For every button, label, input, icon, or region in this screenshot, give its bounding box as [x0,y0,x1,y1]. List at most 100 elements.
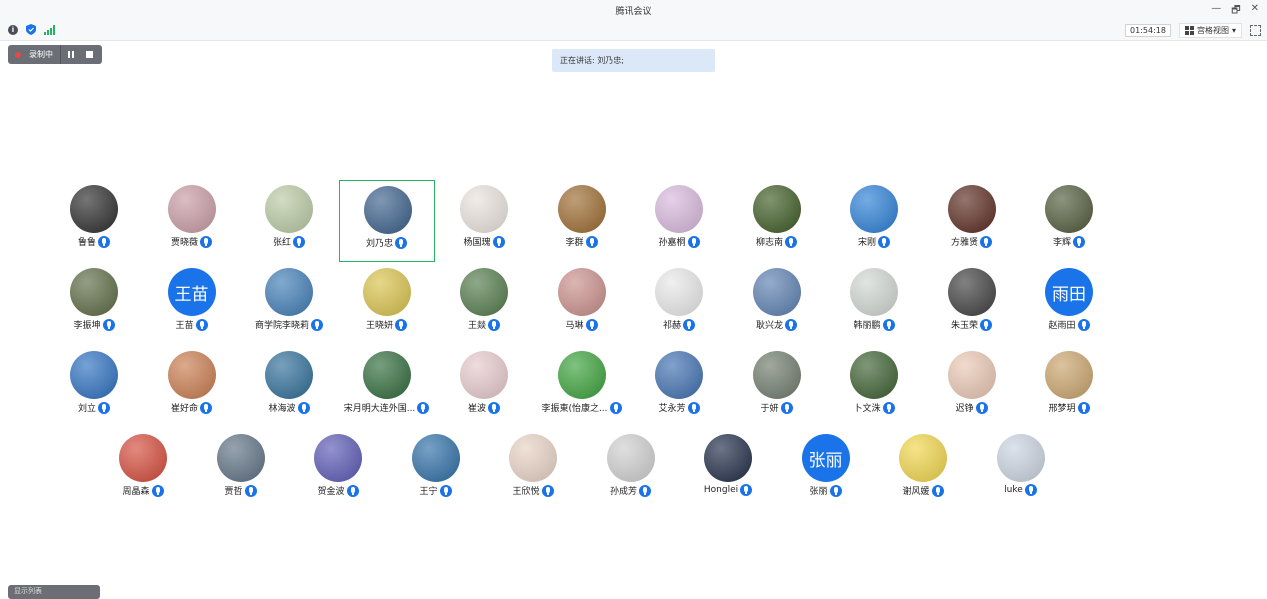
participant-name: 宋月明大连外国... [343,404,416,414]
participant-name-row: 艾永芳 [631,401,727,414]
participant-avatar [70,268,118,316]
participant-tile[interactable]: Honglei [680,429,776,511]
participant-tile[interactable]: 张红 [241,180,337,262]
participant-tile[interactable]: 杨国瑰 [436,180,532,262]
microphone-icon [882,401,895,414]
participant-tile[interactable]: 王宁 [388,429,484,511]
participant-name: 耿兴龙 [755,321,783,331]
participant-avatar [557,351,606,399]
participant-tile[interactable]: 崔波 [436,346,532,428]
participant-tile[interactable]: 王燚 [436,263,532,345]
participant-name-row: 商学院李晓莉 [241,318,337,331]
close-icon[interactable]: ✕ [1251,3,1259,20]
microphone-icon [980,235,992,248]
participant-name-row: 王燚 [436,318,532,331]
participant-name-row: 韩丽鹏 [826,318,922,331]
participant-avatar [362,268,411,316]
participant-tile[interactable]: 马琳 [534,263,630,345]
participant-tile[interactable]: 李振坤 [46,263,142,345]
participant-tile[interactable]: 柳志南 [729,180,825,262]
participant-avatar [752,185,801,233]
participant-name-row: 于妍 [729,401,825,414]
participant-name-row: 李群 [534,235,630,248]
participant-tile[interactable]: 于妍 [729,346,825,428]
microphone-icon [98,235,110,248]
restore-icon[interactable]: 🗗 [1231,3,1240,20]
participant-tile[interactable]: 刘乃忠 [338,180,435,262]
participant-tile[interactable]: 谢风媛 [875,429,971,511]
microphone-icon [439,484,452,497]
participant-tile[interactable]: 王欣悦 [485,429,581,511]
microphone-icon [1024,484,1037,496]
participant-avatar [850,268,898,316]
participant-tile[interactable]: 卜文洙 [826,346,922,428]
microphone-icon [585,318,598,331]
info-icon[interactable]: i [8,24,18,35]
participant-avatar [216,434,265,482]
participant-tile[interactable]: 祁赫 [631,263,727,345]
participant-name: 王宁 [419,487,438,497]
participant-tile[interactable]: 孙嘉桐 [631,180,727,262]
participant-tile[interactable]: 商学院李晓莉 [241,263,337,345]
participant-tile[interactable]: 鲁鲁 [46,180,142,262]
participant-tile[interactable]: 刘立 [46,346,142,428]
participant-tile[interactable]: 艾永芳 [631,346,727,428]
participant-tile[interactable]: 雨田 赵雨田 [1021,263,1117,345]
participant-name: 李振坤 [73,321,101,331]
participant-tile[interactable]: 邢梦玥 [1021,346,1117,428]
participant-tile[interactable]: 周晶森 [95,429,191,511]
participant-tile[interactable]: 宋月明大连外国... [339,346,435,428]
participant-list-toggle[interactable]: 显示列表 [8,585,100,599]
participant-tile[interactable]: 崔好命 [144,346,240,428]
participant-name-row: 柳志南 [729,235,825,248]
participant-name-row: 李振坤 [46,318,142,331]
participant-tile[interactable]: 宋刚 [826,180,922,262]
view-mode-button[interactable]: 宫格视图 ▾ [1178,23,1242,38]
participant-name: 方雅贤 [950,238,978,248]
shield-icon[interactable] [26,24,36,35]
pause-recording-icon[interactable] [68,51,74,58]
participant-tile[interactable]: 张丽 张丽 [778,429,874,511]
participant-avatar [947,351,996,399]
participant-tile[interactable]: 孙成芳 [583,429,679,511]
microphone-icon [829,484,842,497]
participant-tile[interactable]: 朱玉荣 [924,263,1020,345]
participant-name-row: 马琳 [534,318,630,331]
participant-tile[interactable]: 方雅贤 [924,180,1020,262]
minimize-icon[interactable]: — [1211,3,1221,20]
participant-tile[interactable]: luke [973,429,1069,511]
participant-tile[interactable]: 李辉 [1021,180,1117,262]
participant-tile[interactable]: 韩丽鹏 [826,263,922,345]
participant-name: 张丽 [809,487,828,497]
participant-tile[interactable]: 王苗 王苗 [144,263,240,345]
participant-name: 王晓妍 [365,321,393,331]
microphone-icon [740,484,753,496]
participant-name: 韩丽鹏 [853,321,881,331]
stop-recording-icon[interactable] [86,51,93,58]
participant-tile[interactable]: 迟铮 [924,346,1020,428]
participant-tile[interactable]: 李振東(怡康之... [534,346,630,428]
participant-name-row: 王晓妍 [339,318,435,331]
participant-name-row: Honglei [680,484,776,496]
participant-tile[interactable]: 贾晓薇 [144,180,240,262]
participant-name-row: 贾晓薇 [144,235,240,248]
fullscreen-icon[interactable] [1250,25,1261,36]
participant-tile[interactable]: 李群 [534,180,630,262]
participant-name: 宋刚 [857,238,876,248]
participant-avatar [752,351,801,399]
participant-name-row: 祁赫 [631,318,727,331]
participant-tile[interactable]: 贺金波 [290,429,386,511]
participant-tile[interactable]: 耿兴龙 [729,263,825,345]
meeting-timer: 01:54:18 [1125,24,1171,37]
participant-name-row: 林海波 [241,401,337,414]
participant-tile[interactable]: 王晓妍 [339,263,435,345]
participant-tile[interactable]: 贾哲 [193,429,289,511]
grid-view-icon [1184,26,1194,35]
recording-dot-icon [15,51,21,58]
microphone-icon [200,401,212,414]
participant-tile[interactable]: 林海波 [241,346,337,428]
signal-icon[interactable] [44,24,55,35]
participant-name-row: 宋月明大连外国... [339,401,435,414]
participant-name: 王苗 [175,321,194,331]
participant-name: 崔好命 [170,404,198,414]
